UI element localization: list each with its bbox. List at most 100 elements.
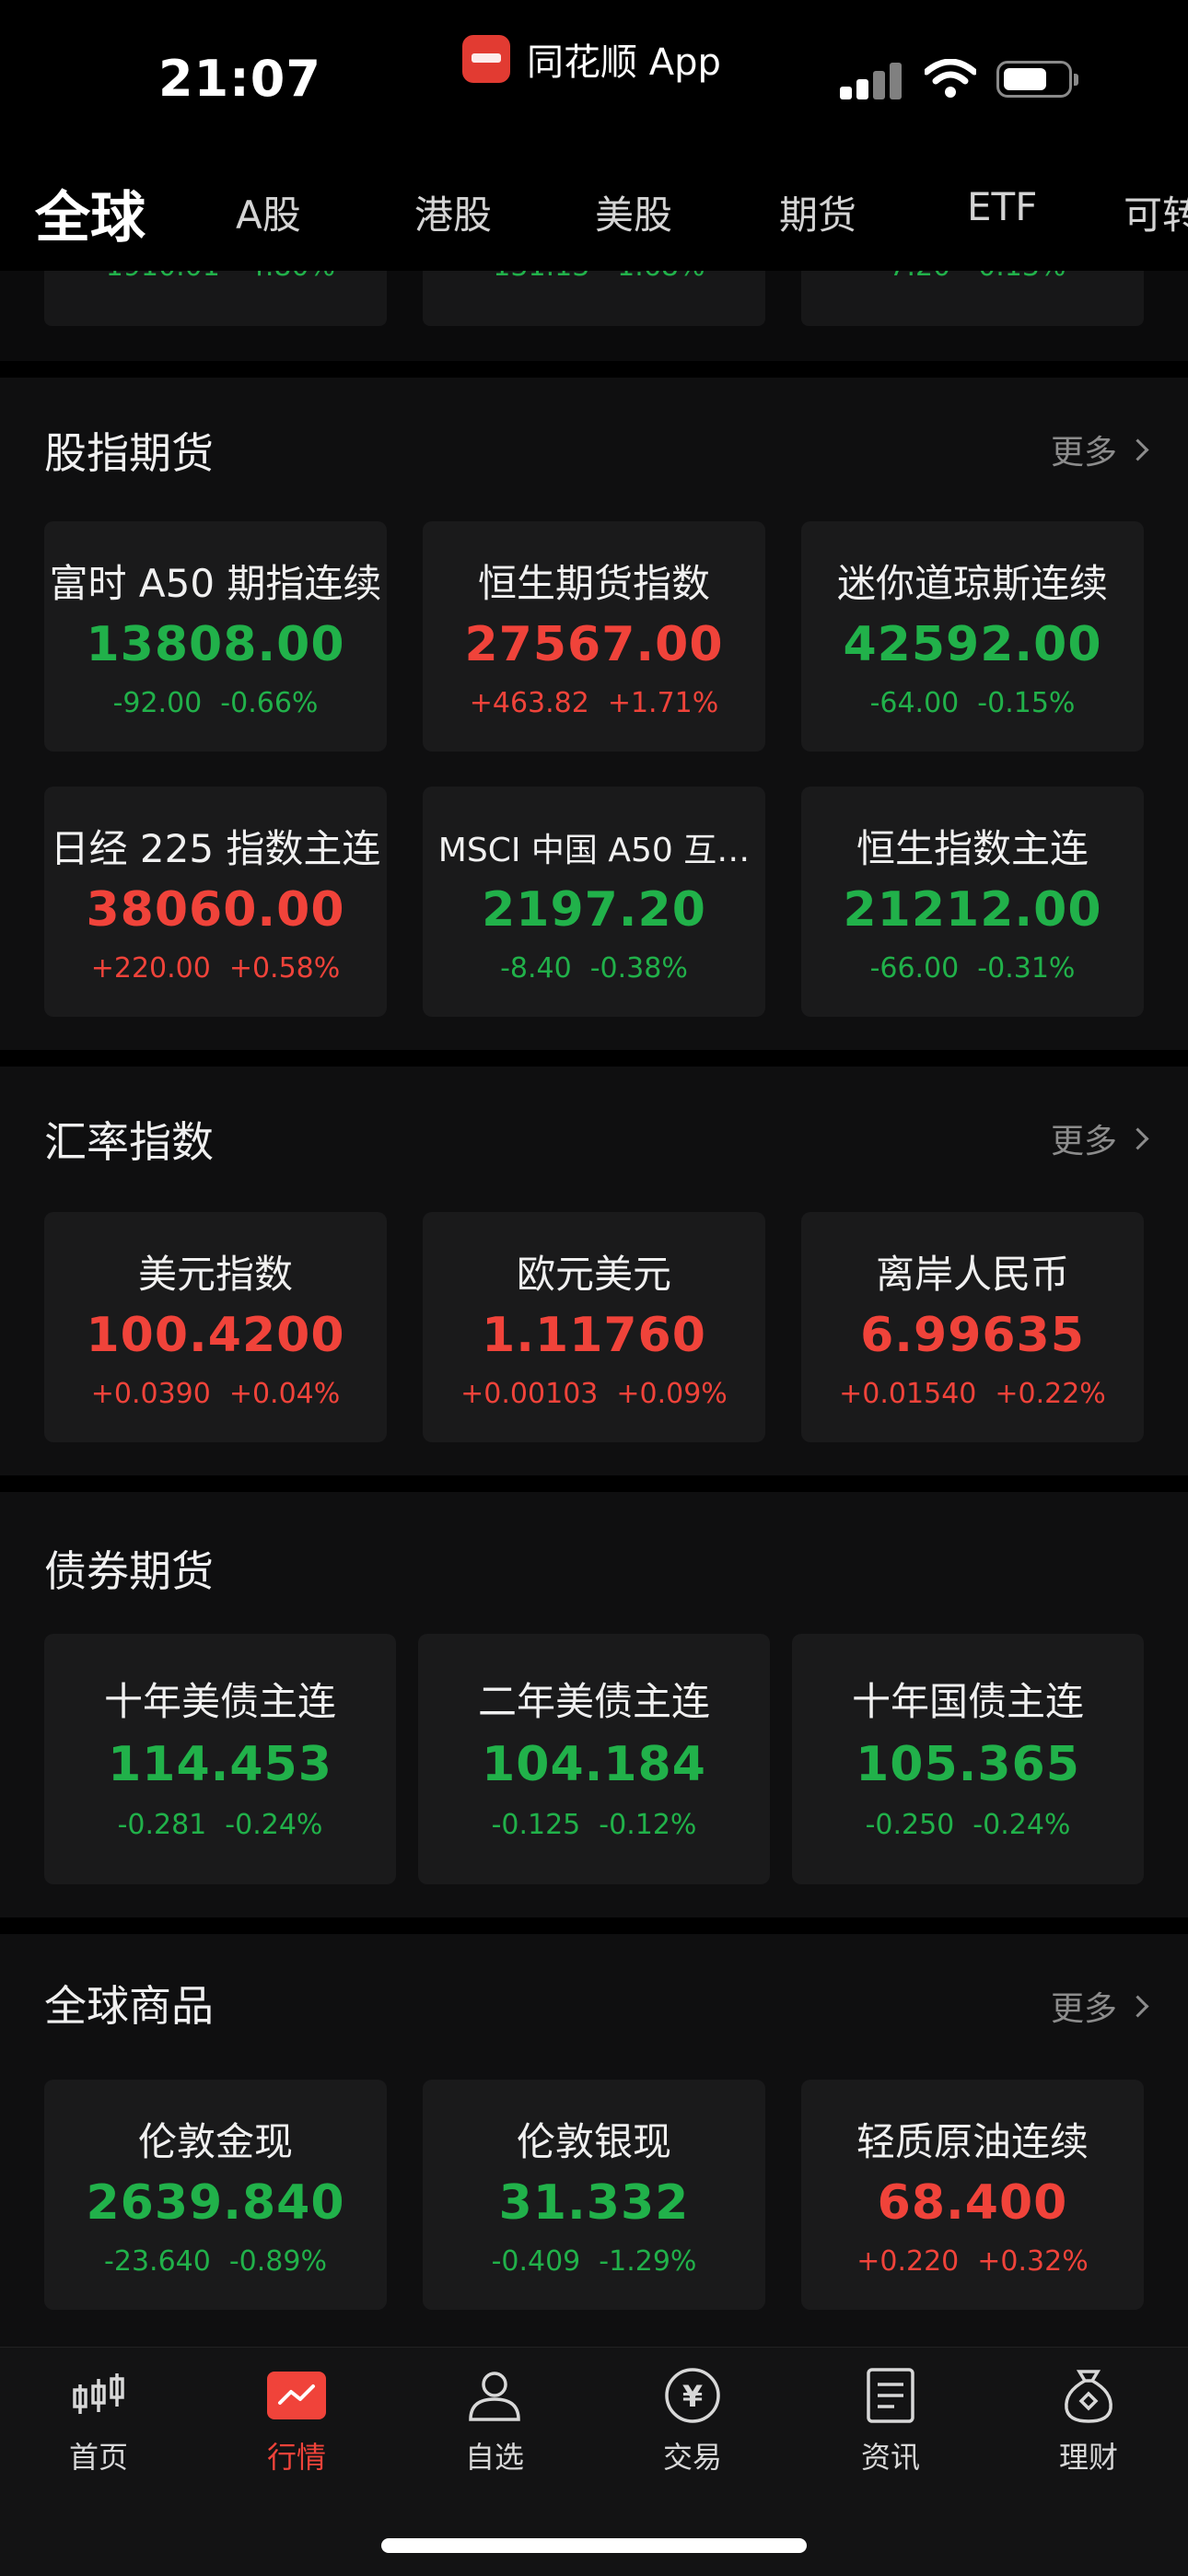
quote-price: 13808.00 — [86, 617, 345, 672]
quote-name: 恒生指数主连 — [856, 826, 1089, 871]
quote-card[interactable]: 美元指数 100.4200 +0.0390 +0.04% — [44, 1212, 387, 1442]
nav-home[interactable]: 首页 — [29, 2366, 168, 2477]
quote-price: 31.332 — [498, 2175, 690, 2231]
quote-price: 2639.840 — [86, 2175, 345, 2231]
tab-hk-stocks[interactable]: 港股 — [414, 184, 492, 240]
quote-change: -0.281 — [117, 1809, 207, 1841]
quote-percent: -0.24% — [225, 1809, 323, 1841]
quote-percent: +0.04% — [228, 1378, 341, 1410]
tab-us-stocks[interactable]: 美股 — [595, 184, 672, 240]
quote-change: +0.0390 — [90, 1378, 211, 1410]
partial-card[interactable]: -131.13 -1.68% — [423, 271, 765, 326]
quote-card[interactable]: 迷你道琼斯连续 42592.00 -64.00 -0.15% — [801, 521, 1144, 752]
tab-global[interactable]: 全球 — [35, 173, 146, 253]
section-exchange-rates: 汇率指数 更多 美元指数 100.4200 +0.0390 +0.04% 欧元美元… — [0, 1067, 1188, 1475]
quote-percent: -0.13% — [968, 271, 1066, 283]
quote-name: 轻质原油连续 — [856, 2119, 1089, 2164]
quote-percent: -0.66% — [220, 687, 319, 719]
nav-label: 理财 — [1058, 2440, 1118, 2475]
quote-name: 日经 225 指数主连 — [50, 826, 381, 871]
section-index-futures: 股指期货 更多 富时 A50 期指连续 13808.00 -92.00 -0.66… — [0, 378, 1188, 1050]
app-indicator[interactable]: 同花顺 App — [462, 33, 721, 85]
more-button[interactable]: 更多 — [1050, 1982, 1149, 2030]
section-divider — [0, 361, 1188, 378]
section-bond-futures: 债券期货 十年美债主连 114.453 -0.281 -0.24% 二年美债主连 … — [0, 1492, 1188, 1917]
quote-name: 恒生期货指数 — [477, 561, 710, 606]
quote-change: +0.220 — [856, 2245, 960, 2278]
wifi-icon — [925, 59, 976, 98]
quote-percent: -1.29% — [599, 2245, 697, 2278]
quote-percent: -0.12% — [599, 1809, 697, 1841]
tab-convertible-bonds[interactable]: 可转 — [1124, 184, 1188, 240]
tab-a-shares[interactable]: A股 — [236, 184, 301, 240]
nav-label: 行情 — [266, 2440, 326, 2475]
quote-percent: +0.58% — [228, 952, 341, 985]
quote-price: 100.4200 — [86, 1308, 345, 1363]
quote-name: MSCI 中国 A50 互… — [437, 832, 751, 869]
section-title: 债券期货 — [44, 1546, 214, 1596]
nav-label: 自选 — [464, 2440, 524, 2475]
quote-price: 42592.00 — [843, 617, 1102, 672]
quote-percent: +0.22% — [995, 1378, 1106, 1410]
quote-card[interactable]: 离岸人民币 6.99635 +0.01540 +0.22% — [801, 1212, 1144, 1442]
nav-label: 首页 — [68, 2440, 128, 2475]
quote-price: 114.453 — [108, 1737, 332, 1792]
quote-card[interactable]: 日经 225 指数主连 38060.00 +220.00 +0.58% — [44, 787, 387, 1017]
quote-percent: -0.15% — [977, 687, 1076, 719]
battery-icon — [996, 61, 1078, 98]
more-button[interactable]: 更多 — [1051, 1114, 1149, 1162]
quote-price: 1.11760 — [482, 1308, 706, 1363]
nav-market[interactable]: 行情 — [227, 2366, 366, 2477]
quote-name: 离岸人民币 — [875, 1252, 1069, 1297]
tab-futures[interactable]: 期货 — [779, 184, 856, 240]
quote-name: 伦敦金现 — [137, 2119, 293, 2164]
quote-card[interactable]: 轻质原油连续 68.400 +0.220 +0.32% — [801, 2080, 1144, 2310]
more-label: 更多 — [1050, 1990, 1117, 2028]
quote-change: -64.00 — [869, 687, 960, 719]
quote-card[interactable]: 十年国债主连 105.365 -0.250 -0.24% — [792, 1634, 1144, 1884]
svg-text:¥: ¥ — [682, 2379, 703, 2414]
money-bag-icon — [1065, 2370, 1112, 2423]
quote-card[interactable]: 恒生期货指数 27567.00 +463.82 +1.71% — [423, 521, 765, 752]
quote-name: 二年美债主连 — [477, 1679, 710, 1724]
section-title: 股指期货 — [44, 428, 214, 478]
section-title: 全球商品 — [44, 1981, 214, 2031]
quote-percent: -4.80% — [238, 271, 335, 283]
quote-card[interactable]: 伦敦金现 2639.840 -23.640 -0.89% — [44, 2080, 387, 2310]
app-name: 同花顺 App — [527, 41, 721, 84]
quote-price: 38060.00 — [86, 882, 345, 938]
quote-card[interactable]: 二年美债主连 104.184 -0.125 -0.12% — [418, 1634, 770, 1884]
news-doc-icon — [867, 2368, 914, 2423]
tab-etf[interactable]: ETF — [967, 184, 1037, 229]
quote-card[interactable]: 十年美债主连 114.453 -0.281 -0.24% — [44, 1634, 396, 1884]
quote-percent: +1.71% — [607, 687, 719, 719]
partial-card[interactable]: -1910.01 -4.80% — [44, 271, 387, 326]
quote-percent: -0.38% — [589, 952, 688, 985]
quote-price: 2197.20 — [482, 882, 706, 938]
partial-card[interactable]: -7.20 -0.13% — [801, 271, 1144, 326]
quote-card[interactable]: 伦敦银现 31.332 -0.409 -1.29% — [423, 2080, 765, 2310]
nav-trade[interactable]: ¥ 交易 — [623, 2366, 762, 2477]
quote-name: 伦敦银现 — [516, 2119, 671, 2164]
section-global-commodities: 全球商品 更多 伦敦金现 2639.840 -23.640 -0.89% 伦敦银现… — [0, 1934, 1188, 2347]
more-button[interactable]: 更多 — [1051, 425, 1149, 473]
quote-card[interactable]: 富时 A50 期指连续 13808.00 -92.00 -0.66% — [44, 521, 387, 752]
partial-quote-row: -1910.01 -4.80% -131.13 -1.68% -7.20 -0.… — [0, 271, 1188, 361]
candlestick-icon — [73, 2373, 124, 2414]
nav-news[interactable]: 资讯 — [821, 2366, 960, 2477]
quote-change: -131.13 — [483, 271, 589, 283]
app-logo-icon — [462, 35, 510, 83]
quote-card[interactable]: 欧元美元 1.11760 +0.00103 +0.09% — [423, 1212, 765, 1442]
chevron-right-icon — [1126, 1994, 1149, 2018]
quote-card[interactable]: MSCI 中国 A50 互… 2197.20 -8.40 -0.38% — [423, 787, 765, 1017]
quote-percent: -0.24% — [973, 1809, 1071, 1841]
nav-watchlist[interactable]: 自选 — [425, 2366, 564, 2477]
quote-card[interactable]: 恒生指数主连 21212.00 -66.00 -0.31% — [801, 787, 1144, 1017]
quote-change: +463.82 — [469, 687, 589, 719]
home-indicator[interactable] — [381, 2538, 807, 2553]
yuan-coin-icon: ¥ — [665, 2368, 720, 2423]
quote-change: -0.409 — [491, 2245, 581, 2278]
quote-price: 21212.00 — [843, 882, 1102, 938]
nav-wealth[interactable]: 理财 — [1019, 2366, 1158, 2477]
cellular-signal-icon — [840, 61, 903, 99]
